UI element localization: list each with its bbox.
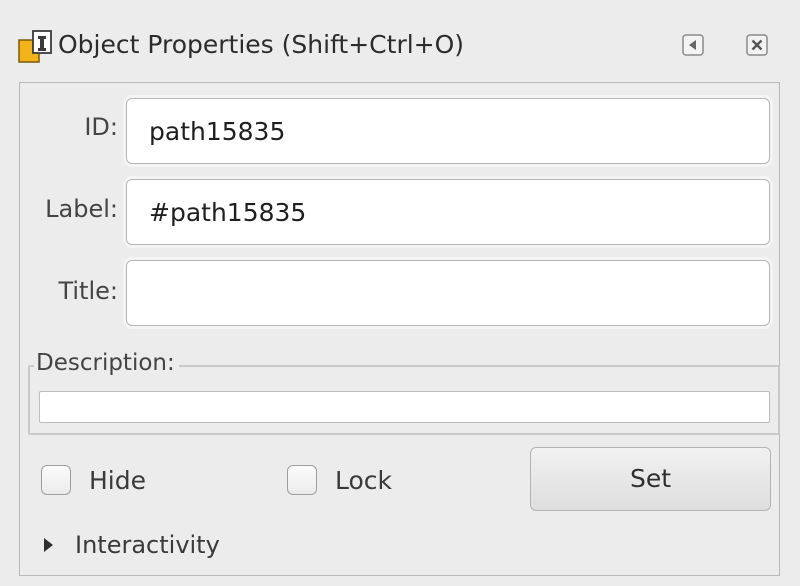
id-label: ID: xyxy=(84,113,118,141)
lock-checkbox[interactable]: Lock xyxy=(287,462,392,498)
collapse-left-icon[interactable] xyxy=(682,34,704,56)
object-properties-icon xyxy=(18,30,52,63)
lock-checkbox-label: Lock xyxy=(335,465,393,495)
hide-checkbox-label: Hide xyxy=(89,465,146,495)
title-field[interactable] xyxy=(126,260,770,326)
interactivity-label: Interactivity xyxy=(75,531,220,559)
hide-checkbox-box[interactable] xyxy=(41,465,71,495)
interactivity-expander[interactable]: Interactivity xyxy=(44,528,220,562)
close-icon[interactable] xyxy=(746,34,768,56)
label-label: Label: xyxy=(45,195,118,223)
description-label: Description: xyxy=(34,349,179,377)
lock-checkbox-box[interactable] xyxy=(287,465,317,495)
id-field[interactable] xyxy=(126,98,770,164)
dialog-title: Object Properties (Shift+Ctrl+O) xyxy=(58,30,465,59)
set-button[interactable]: Set xyxy=(530,447,771,511)
title-label: Title: xyxy=(58,277,118,305)
hide-checkbox[interactable]: Hide xyxy=(41,462,146,498)
description-textarea[interactable] xyxy=(39,391,770,423)
expander-arrow-icon[interactable] xyxy=(44,538,53,552)
dialog-titlebar: Object Properties (Shift+Ctrl+O) xyxy=(0,0,800,80)
object-properties-dialog: Object Properties (Shift+Ctrl+O) ID: Lab… xyxy=(0,0,800,586)
label-field[interactable] xyxy=(126,179,770,245)
